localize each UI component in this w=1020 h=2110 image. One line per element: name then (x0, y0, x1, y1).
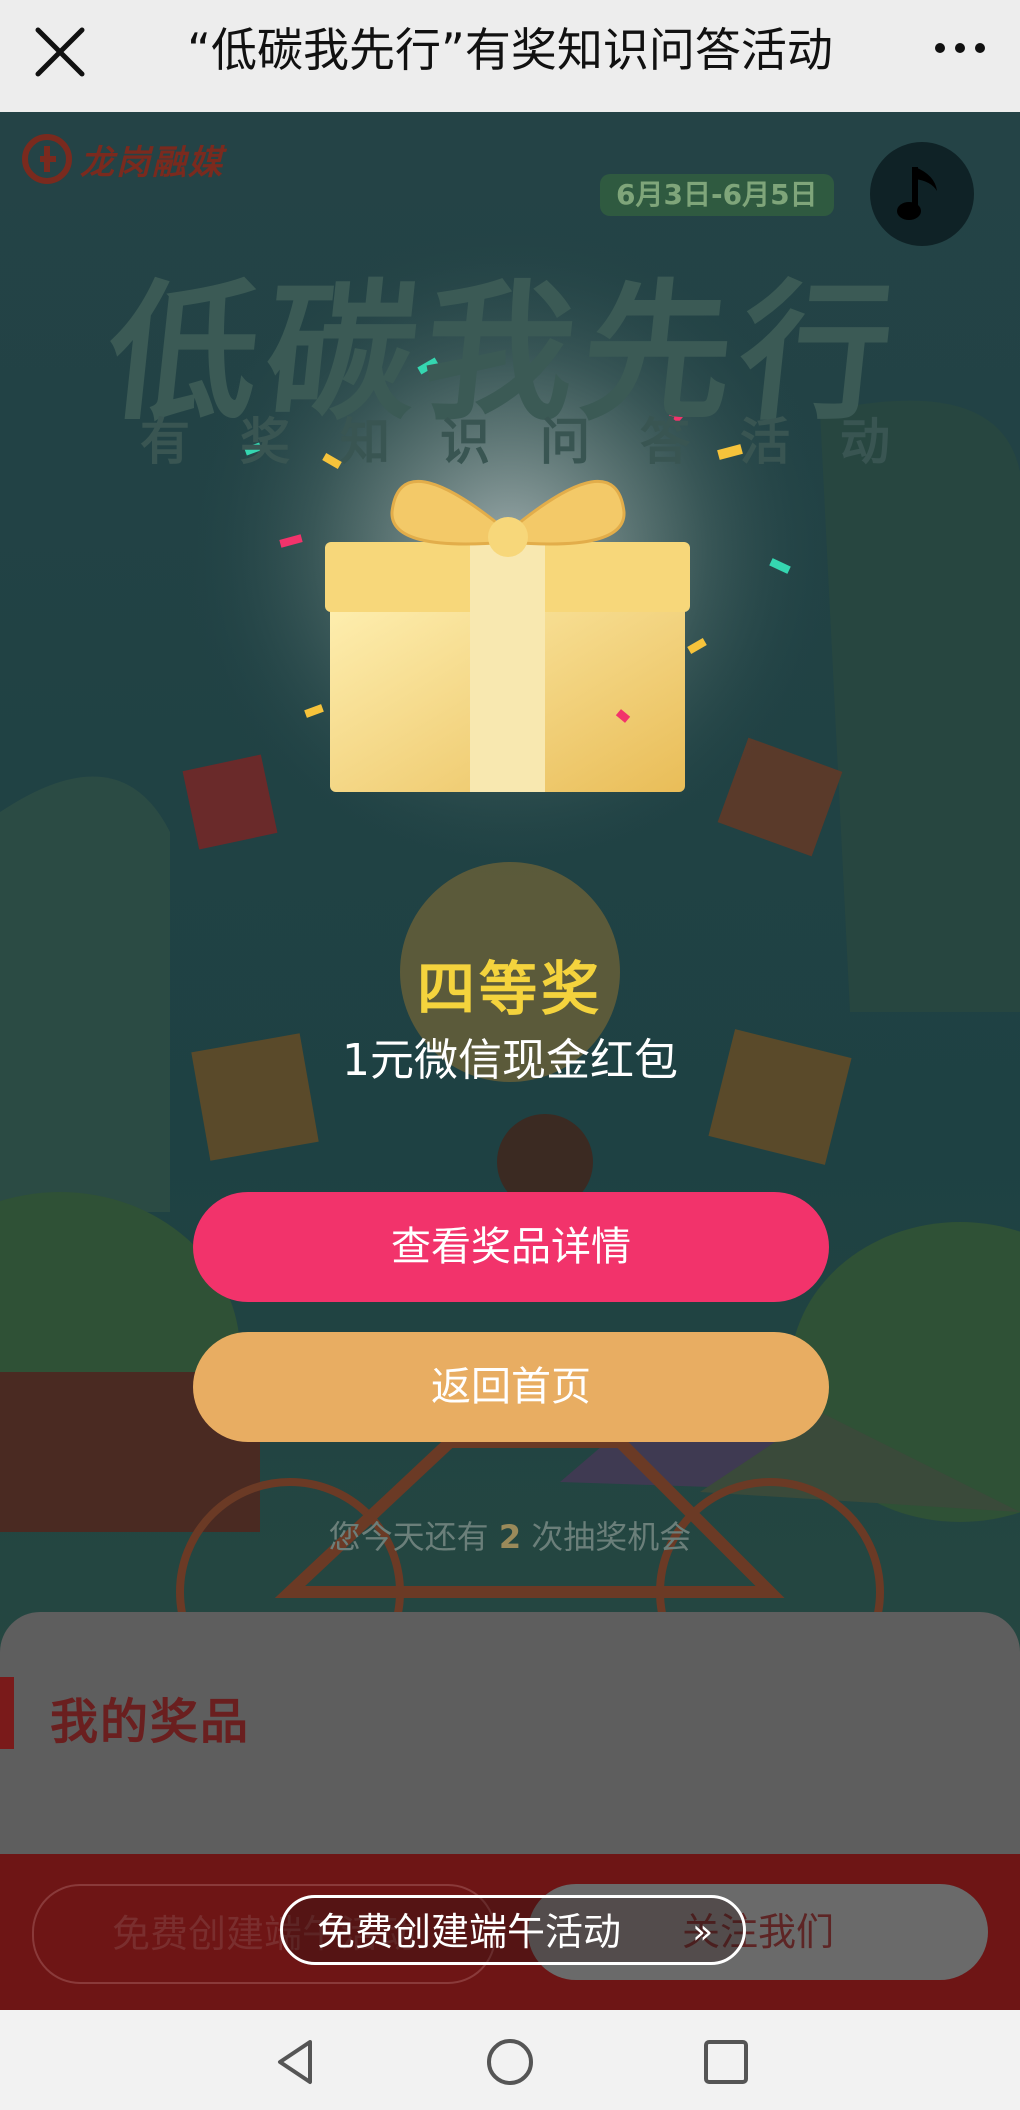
section-marker (0, 1677, 14, 1749)
remaining-chances-text: 您今天还有 2 次抽奖机会 (0, 1512, 1020, 1558)
brand-logo: 龙岗融媒 (22, 134, 224, 184)
activity-stage: 龙岗融媒 6月3日-6月5日 低碳我先行 有奖知识问答活动 四等奖 1元微信现金… (0, 112, 1020, 2010)
close-icon[interactable] (30, 22, 90, 82)
back-home-button[interactable]: 返回首页 (193, 1332, 829, 1442)
home-circle-icon[interactable] (484, 2036, 536, 2088)
music-note-icon (897, 167, 937, 220)
top-bar: “低碳我先行”有奖知识问答活动 (0, 0, 1020, 113)
prize-name: 1元微信现金红包 (342, 1035, 678, 1086)
create-activity-toast[interactable]: 免费创建端午活动 » (280, 1895, 746, 1965)
recents-square-icon[interactable] (700, 2036, 752, 2088)
poster-subtitle: 有奖知识问答活动 (140, 413, 940, 471)
system-nav-bar (0, 2010, 1020, 2110)
logo-text: 龙岗融媒 (80, 142, 224, 183)
date-range-badge: 6月3日-6月5日 (600, 174, 834, 216)
more-icon[interactable] (930, 28, 990, 68)
double-chevron-right-icon: » (692, 1912, 713, 1952)
chance-prefix: 您今天还有 (328, 1518, 489, 1556)
toast-text: 免费创建端午活动 (317, 1910, 622, 1954)
prize-level: 四等奖 (416, 955, 603, 1023)
music-toggle-button[interactable] (870, 142, 974, 246)
chance-suffix: 次抽奖机会 (531, 1518, 692, 1556)
chance-count: 2 (498, 1518, 522, 1556)
back-triangle-icon[interactable] (270, 2036, 322, 2088)
my-prizes-title: 我的奖品 (50, 1694, 251, 1750)
page-title: “低碳我先行”有奖知识问答活动 (187, 23, 833, 77)
view-prize-details-button[interactable]: 查看奖品详情 (193, 1192, 829, 1302)
logo-icon (22, 134, 72, 184)
